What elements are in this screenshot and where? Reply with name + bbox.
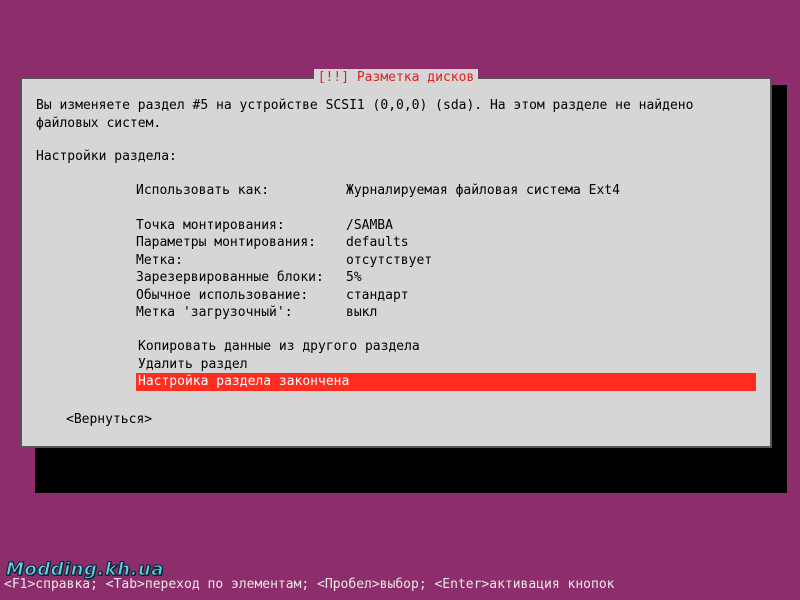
settings-key: Точка монтирования:: [136, 217, 346, 235]
dialog-title: [!!] Разметка дисков: [314, 69, 479, 87]
actions-list: Копировать данные из другого разделаУдал…: [136, 338, 756, 391]
action-item[interactable]: Удалить раздел: [136, 356, 756, 374]
settings-value: отсутствует: [346, 252, 432, 270]
settings-row[interactable]: Точка монтирования:/SAMBA: [136, 217, 756, 235]
settings-key: Параметры монтирования:: [136, 234, 346, 252]
settings-value: выкл: [346, 304, 377, 322]
settings-value: стандарт: [346, 287, 409, 305]
settings-value: 5%: [346, 269, 362, 287]
settings-key: Метка 'загрузочный':: [136, 304, 346, 322]
action-item[interactable]: Копировать данные из другого раздела: [136, 338, 756, 356]
dialog-title-wrap: [!!] Разметка дисков: [22, 69, 770, 87]
settings-key: Использовать как:: [136, 182, 346, 200]
help-bar: <F1>справка; <Tab>переход по элементам; …: [0, 576, 614, 594]
settings-row[interactable]: Использовать как:Журналируемая файловая …: [136, 182, 756, 200]
settings-row: [136, 199, 756, 217]
back-button[interactable]: <Вернуться>: [66, 411, 756, 429]
settings-key: Обычное использование:: [136, 287, 346, 305]
settings-row[interactable]: Параметры монтирования:defaults: [136, 234, 756, 252]
settings-list: Использовать как:Журналируемая файловая …: [136, 182, 756, 322]
settings-value: /SAMBA: [346, 217, 393, 235]
settings-key: Метка:: [136, 252, 346, 270]
settings-key: Зарезервированные блоки:: [136, 269, 346, 287]
settings-value: defaults: [346, 234, 409, 252]
settings-heading: Настройки раздела:: [36, 148, 756, 166]
settings-row[interactable]: Метка 'загрузочный':выкл: [136, 304, 756, 322]
settings-row[interactable]: Зарезервированные блоки:5%: [136, 269, 756, 287]
settings-value: Журналируемая файловая система Ext4: [346, 182, 620, 200]
action-item[interactable]: Настройка раздела закончена: [136, 373, 756, 391]
dialog-message: Вы изменяете раздел #5 на устройстве SCS…: [36, 97, 756, 132]
settings-key: [136, 199, 346, 217]
partition-dialog: [!!] Разметка дисков Вы изменяете раздел…: [20, 77, 772, 448]
settings-row[interactable]: Метка:отсутствует: [136, 252, 756, 270]
settings-row[interactable]: Обычное использование:стандарт: [136, 287, 756, 305]
